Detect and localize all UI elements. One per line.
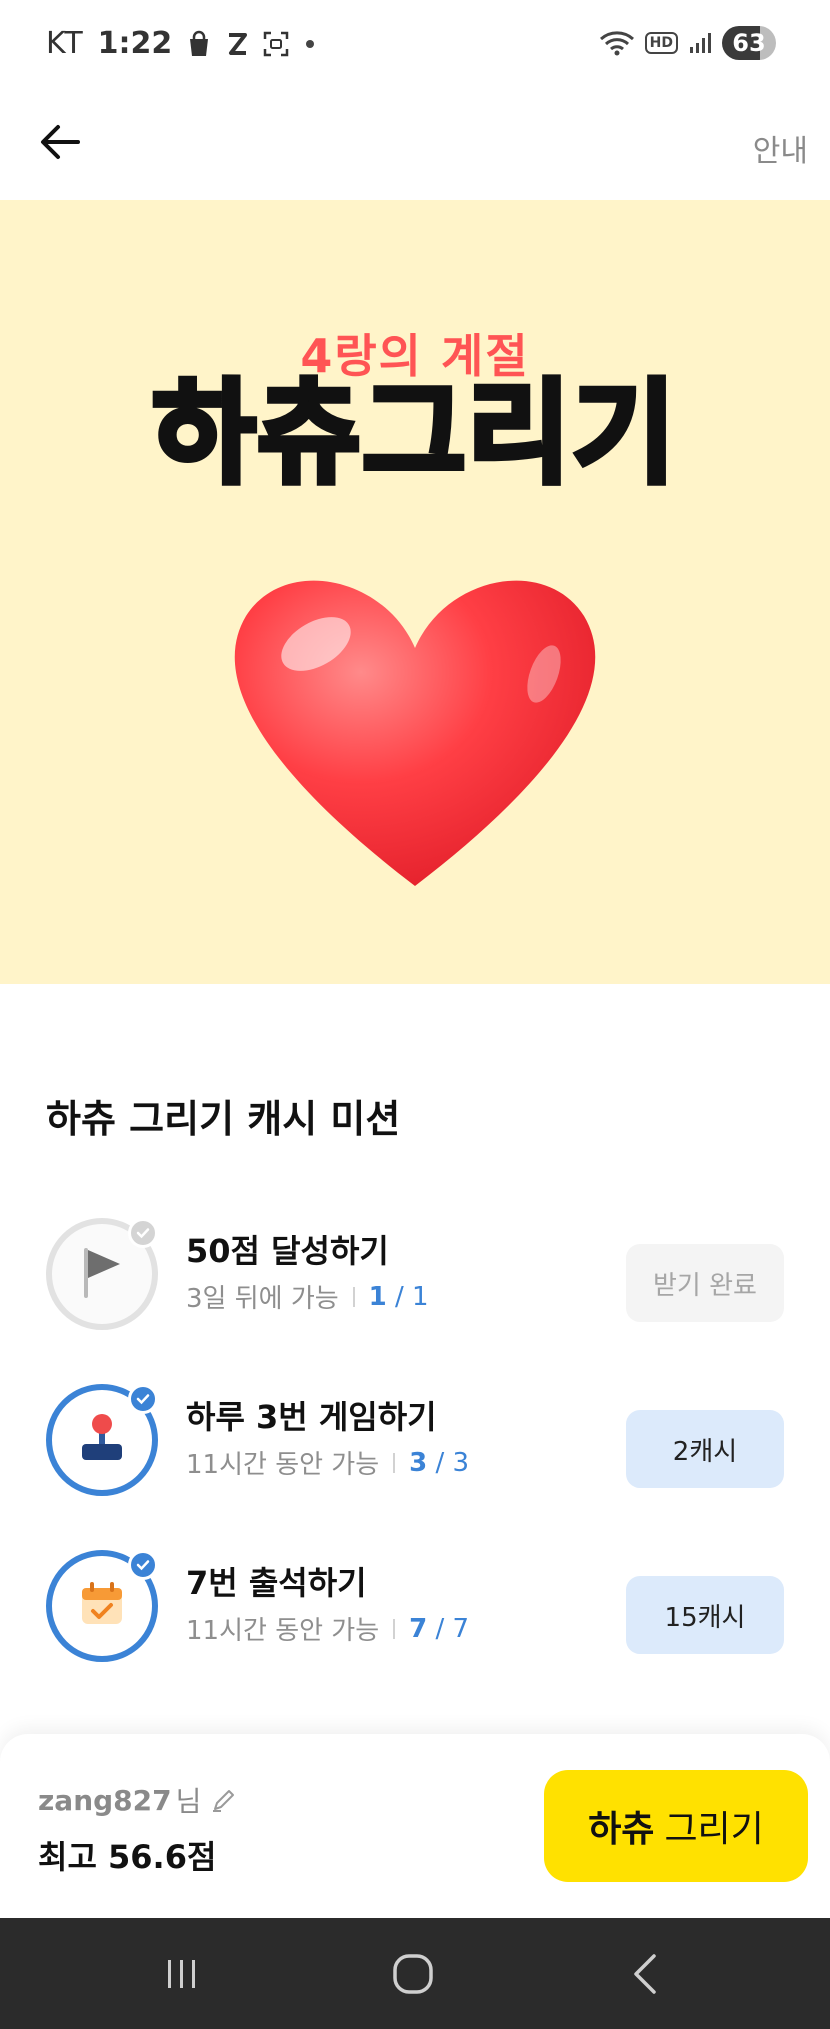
progress-current: 7 xyxy=(409,1613,428,1644)
nav-back-button[interactable] xyxy=(616,1946,676,2006)
hero-title: 하츄그리기 xyxy=(149,369,678,499)
mission-progress: 3 / 3 xyxy=(409,1448,469,1478)
status-right: HD 63 xyxy=(599,26,776,60)
mission-title: 하루 3번 게임하기 xyxy=(186,1398,437,1436)
mission-meta: 11시간 동안 가능 3 / 3 xyxy=(186,1444,469,1481)
z-app-icon xyxy=(226,31,248,57)
mission-availability: 11시간 동안 가능 xyxy=(186,1616,380,1646)
system-navigation-bar xyxy=(0,1918,830,2029)
back-button[interactable] xyxy=(32,116,88,172)
home-icon xyxy=(391,1952,435,2000)
wifi-icon xyxy=(599,29,635,57)
edit-pencil-icon[interactable] xyxy=(211,1787,237,1813)
carrier-label: KT xyxy=(46,26,84,61)
user-info: zang827 님 xyxy=(38,1780,237,1820)
check-icon xyxy=(128,1218,158,1248)
battery-indicator: 63 xyxy=(722,26,776,60)
mission-meta: 3일 뒤에 가능 1 / 1 xyxy=(186,1278,429,1315)
mission-icon xyxy=(46,1218,158,1330)
divider xyxy=(393,1618,396,1639)
mission-item-score: 50점 달성하기 3일 뒤에 가능 1 / 1 받기 완료 xyxy=(0,1208,830,1348)
recent-apps-icon xyxy=(162,1954,202,1998)
hero-banner: 4랑의 계절 하츄그리기 xyxy=(0,200,830,984)
heart-icon xyxy=(224,556,606,896)
mission-item-attendance: 7번 출석하기 11시간 동안 가능 7 / 7 15캐시 xyxy=(0,1540,830,1680)
mission-title: 50점 달성하기 xyxy=(186,1232,389,1270)
guide-button[interactable]: 안내 xyxy=(753,126,808,170)
mission-meta: 11시간 동안 가능 7 / 7 xyxy=(186,1610,469,1647)
check-icon xyxy=(128,1550,158,1580)
arrow-left-icon xyxy=(38,124,82,164)
mission-availability: 11시간 동안 가능 xyxy=(186,1450,380,1480)
mission-title: 7번 출석하기 xyxy=(186,1564,367,1602)
divider xyxy=(393,1452,396,1473)
hd-voice-badge: HD xyxy=(644,32,678,54)
username: zang827 xyxy=(38,1783,172,1817)
progress-current: 3 xyxy=(409,1447,428,1478)
progress-total: / 1 xyxy=(395,1281,429,1312)
check-icon xyxy=(128,1384,158,1414)
screenshot-icon xyxy=(262,30,290,58)
progress-current: 1 xyxy=(368,1281,387,1312)
best-score: 최고 56.6점 xyxy=(38,1838,217,1876)
claim-button[interactable]: 15캐시 xyxy=(626,1576,784,1654)
claim-button: 받기 완료 xyxy=(626,1244,784,1322)
cash-mission-section: 하츄 그리기 캐시 미션 50점 달성하기 3일 뒤에 가능 1 / 1 받기 … xyxy=(0,984,830,1734)
chevron-left-icon xyxy=(628,1952,664,2000)
signal-icon xyxy=(688,31,712,55)
home-button[interactable] xyxy=(383,1946,443,2006)
flag-icon xyxy=(74,1242,130,1306)
clock: 1:22 xyxy=(97,26,173,61)
recent-apps-button[interactable] xyxy=(152,1946,212,2006)
bottom-action-bar: zang827 님 최고 56.6점 하츄 그리기 xyxy=(0,1734,830,1918)
mission-item-daily-play: 하루 3번 게임하기 11시간 동안 가능 3 / 3 2캐시 xyxy=(0,1374,830,1514)
divider xyxy=(352,1286,355,1307)
mission-icon xyxy=(46,1384,158,1496)
claim-button[interactable]: 2캐시 xyxy=(626,1410,784,1488)
play-button-label-bold: 하츄 xyxy=(588,1809,655,1850)
play-button-label: 그리기 xyxy=(664,1809,764,1850)
progress-total: / 7 xyxy=(435,1613,470,1644)
progress-total: / 3 xyxy=(435,1447,470,1478)
notification-dot-icon xyxy=(304,38,316,50)
mission-progress: 1 / 1 xyxy=(369,1282,429,1312)
start-drawing-button[interactable]: 하츄 그리기 xyxy=(544,1770,808,1882)
app-bar: 안내 xyxy=(0,88,830,200)
shopping-bag-icon xyxy=(186,30,212,58)
mission-availability: 3일 뒤에 가능 xyxy=(186,1284,339,1314)
status-left: KT 1:22 xyxy=(46,26,316,61)
section-title: 하츄 그리기 캐시 미션 xyxy=(46,1097,401,1141)
username-suffix: 님 xyxy=(175,1785,202,1818)
mission-progress: 7 / 7 xyxy=(409,1614,469,1644)
joystick-icon xyxy=(74,1410,130,1470)
status-bar: KT 1:22 HD 63 xyxy=(0,0,830,88)
calendar-check-icon xyxy=(74,1576,130,1636)
mission-icon xyxy=(46,1550,158,1662)
